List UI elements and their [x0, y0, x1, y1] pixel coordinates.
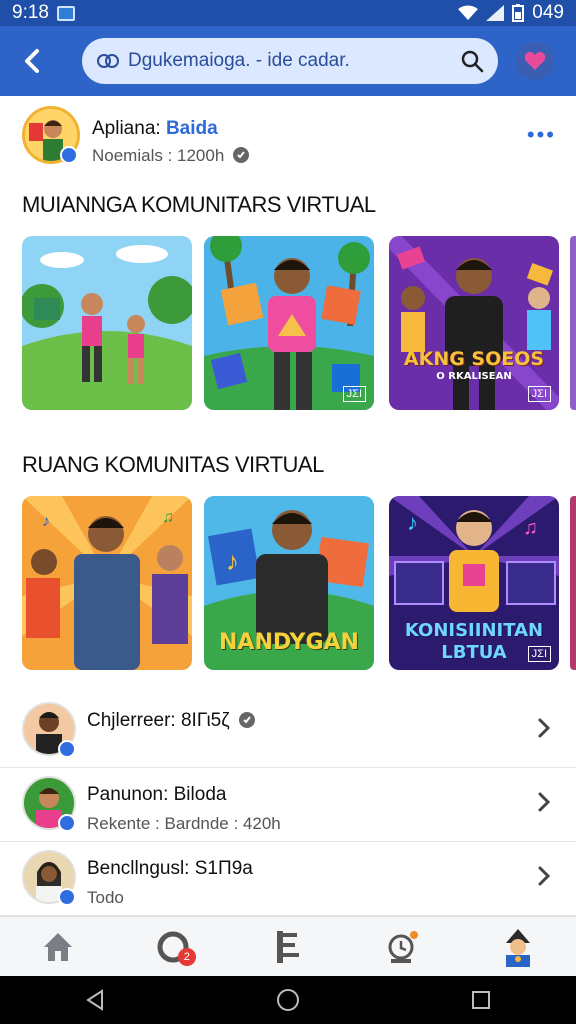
card-caption: KONISIINITAN [404, 620, 544, 641]
app-bar: Dgukemaioga. - ide cadar. [0, 26, 576, 96]
info-icon [238, 712, 255, 728]
post-author[interactable]: Apliana: Baida [92, 118, 218, 140]
community-card[interactable]: ♪ ♫ KONISIINITAN LBTUA JΣI [389, 496, 559, 670]
community-card[interactable]: JΣI [204, 236, 374, 410]
list-item-title: Panunon: Biloda [87, 784, 227, 805]
list-item[interactable]: Panunon: Biloda Rekente : Bardnde : 420h [0, 768, 576, 842]
post-meta: Noemials : 1200h [92, 146, 250, 166]
group-icon [97, 54, 119, 68]
wifi-icon [458, 5, 479, 20]
card-overflow-peek [570, 236, 576, 410]
status-bar: 9:18 049 [0, 0, 576, 26]
community-card[interactable]: ♪ ♫ [22, 496, 192, 670]
nav-profile[interactable] [493, 922, 543, 972]
back-arrow-icon [25, 49, 39, 73]
svg-text:♪: ♪ [407, 510, 418, 535]
card-caption: NANDYGAN [219, 630, 359, 655]
app-notification-icon [56, 5, 75, 21]
bottom-nav: 2 [0, 916, 576, 976]
section-title-2: RUANG KOMUNITAS VIRTUAL [22, 452, 324, 477]
verified-badge-icon [60, 146, 78, 164]
card-overflow-peek [570, 496, 576, 670]
system-nav-bar [0, 976, 576, 1024]
card-subcaption: O RKALISEAN [436, 371, 512, 382]
verified-badge-icon [58, 740, 76, 758]
list-item-title: Bencllngusl: S1Π9a [87, 858, 253, 879]
chevron-right-icon [538, 718, 551, 738]
nav-feed[interactable] [263, 922, 313, 972]
card-tag: JΣI [527, 386, 551, 402]
favorites-button[interactable] [516, 42, 554, 80]
card-tag: JΣI [527, 646, 551, 662]
nav-home[interactable] [33, 922, 83, 972]
list-item[interactable]: Bencllngusl: S1Π9a Todo [0, 842, 576, 916]
search-icon[interactable] [460, 49, 484, 73]
notification-badge: 2 [177, 947, 196, 966]
chevron-right-icon [538, 866, 551, 886]
section-title-1: MUIANNGA KOMUNITARS VIRTUAL [22, 192, 376, 217]
battery-icon [512, 4, 525, 22]
info-icon [233, 147, 250, 163]
list-item-title: Chjlerreer: 8ΙΓι5ζ [87, 710, 255, 732]
status-time: 9:18 [12, 2, 49, 23]
list-item[interactable]: Chjlerreer: 8ΙΓι5ζ [0, 694, 576, 768]
chevron-right-icon [538, 792, 551, 812]
card-caption: AKNG SOEOS [403, 348, 545, 370]
home-icon [43, 932, 72, 961]
profile-avatar-icon [506, 928, 531, 967]
svg-text:♫: ♫ [523, 517, 538, 539]
nav-notifications[interactable] [378, 922, 428, 972]
nav-chat[interactable]: 2 [148, 922, 198, 972]
verified-badge-icon [58, 888, 76, 906]
list-item-subtitle: Rekente : Bardnde : 420h [87, 814, 281, 833]
feed: Apliana: Baida Noemials : 1200h ••• MUIA… [0, 96, 576, 916]
card-tag: JΣI [342, 386, 366, 402]
community-card[interactable]: ♪ NANDYGAN [204, 496, 374, 670]
community-card[interactable] [22, 236, 192, 410]
feed-list-icon [276, 930, 299, 963]
more-options-icon[interactable]: ••• [527, 122, 556, 148]
back-button[interactable] [12, 41, 52, 81]
battery-level: 049 [532, 2, 564, 23]
svg-text:♫: ♫ [162, 509, 174, 526]
system-recents-icon[interactable] [471, 990, 491, 1010]
system-home-icon[interactable] [276, 988, 300, 1012]
community-card[interactable]: AKNG SOEOS O RKALISEAN JΣI [389, 236, 559, 410]
post-header: Apliana: Baida Noemials : 1200h ••• [22, 106, 562, 166]
verified-badge-icon [58, 814, 76, 832]
search-bar[interactable]: Dgukemaioga. - ide cadar. [82, 38, 498, 84]
svg-text:♪: ♪ [226, 546, 239, 576]
list-item-subtitle: Todo [87, 888, 124, 907]
heart-icon [524, 51, 546, 70]
alarm-icon [388, 930, 419, 963]
signal-icon [486, 5, 505, 21]
search-text: Dgukemaioga. - ide cadar. [128, 50, 350, 71]
svg-text:♪: ♪ [42, 513, 50, 530]
system-back-icon[interactable] [85, 989, 105, 1011]
